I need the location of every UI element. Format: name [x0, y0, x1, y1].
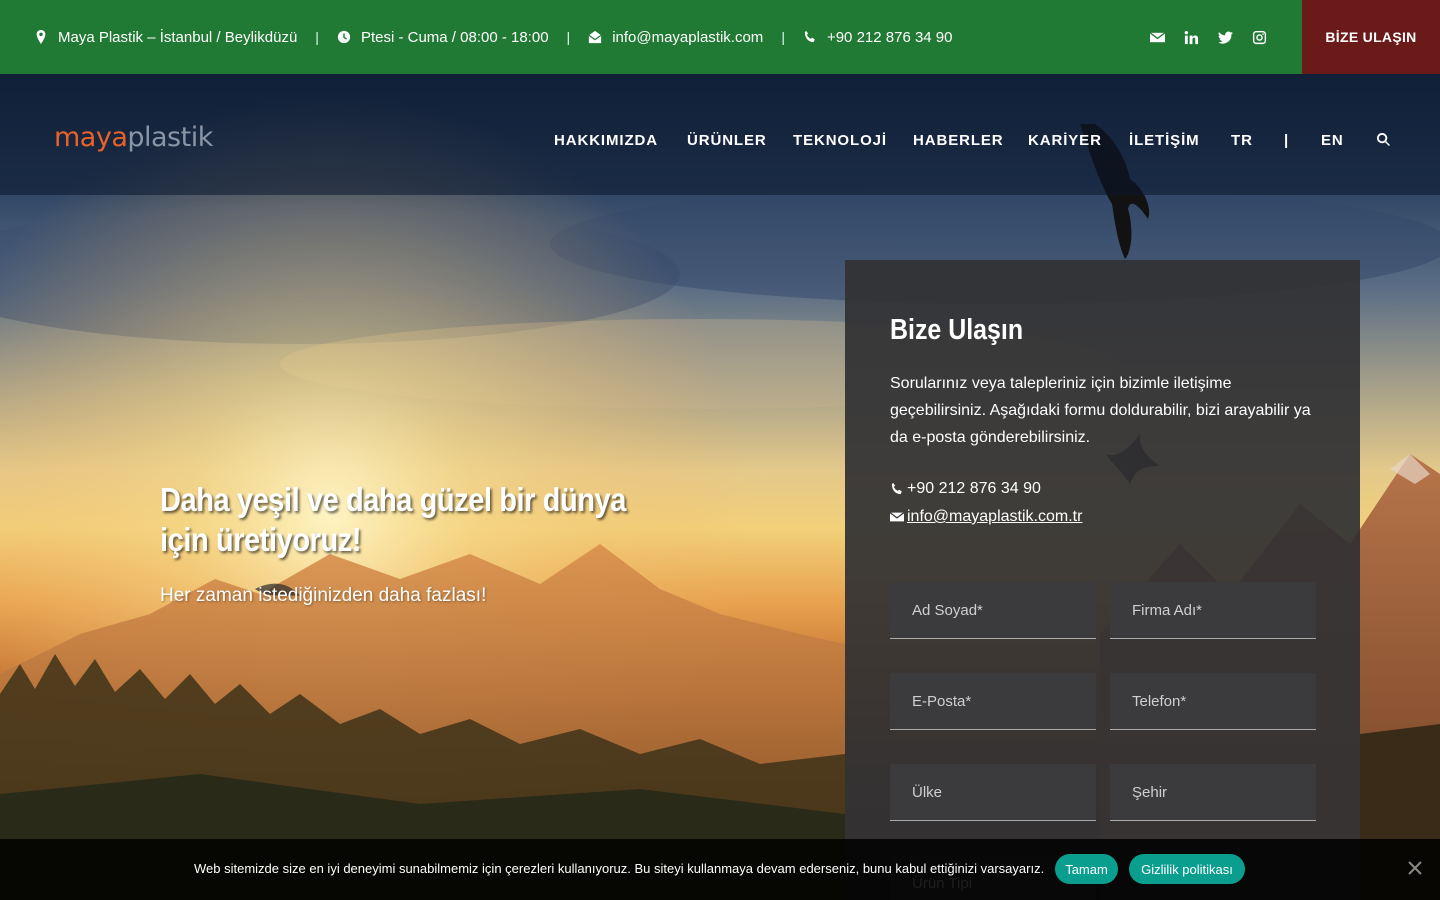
contact-panel: Bize Ulaşın Sorularınız veya taleplerini…: [845, 260, 1360, 900]
phone-icon: [891, 482, 902, 495]
hours-info: Ptesi - Cuma / 08:00 - 18:00: [337, 29, 549, 46]
name-field[interactable]: [890, 582, 1096, 639]
hero-subtitle: Her zaman istediğinizden daha fazlası!: [160, 585, 487, 606]
nav-item-products[interactable]: ÜRÜNLER: [687, 132, 767, 149]
nav-item-about[interactable]: HAKKIMIZDA: [554, 132, 658, 149]
separator: |: [315, 29, 319, 45]
map-pin-icon: [36, 30, 46, 44]
city-field[interactable]: [1110, 764, 1316, 821]
clock-icon: [337, 30, 351, 44]
nav-item-news[interactable]: HABERLER: [913, 132, 1004, 149]
country-field[interactable]: [890, 764, 1096, 821]
contact-phone[interactable]: +90 212 876 34 90: [890, 480, 1041, 498]
top-info-bar: Maya Plastik – İstanbul / Beylikdüzü | P…: [0, 0, 1440, 74]
contact-description: Sorularınız veya talepleriniz için bizim…: [890, 375, 1311, 446]
phone-icon: [804, 30, 815, 43]
main-header: mayaplastik HAKKIMIZDA ÜRÜNLER TEKNOLOJİ…: [0, 74, 1440, 195]
company-field[interactable]: [1110, 582, 1316, 639]
nav-item-career[interactable]: KARİYER: [1028, 132, 1102, 149]
main-nav: HAKKIMIZDA ÜRÜNLER TEKNOLOJİ HABERLER KA…: [0, 132, 1440, 156]
cookie-accept-button[interactable]: Tamam: [1055, 854, 1118, 884]
nav-item-contact[interactable]: İLETİŞİM: [1129, 132, 1200, 149]
social-links: [1140, 0, 1276, 74]
search-icon[interactable]: [1376, 132, 1392, 148]
lang-en[interactable]: EN: [1321, 132, 1344, 149]
envelope-open-icon: [588, 30, 602, 44]
hero-title: Daha yeşil ve daha güzel bir dünya için …: [160, 481, 626, 558]
close-icon[interactable]: [1408, 861, 1424, 877]
contact-us-button[interactable]: BİZE ULAŞIN: [1302, 0, 1440, 74]
contact-email-link[interactable]: info@mayaplastik.com.tr: [907, 508, 1082, 526]
linkedin-icon[interactable]: [1174, 0, 1208, 74]
lang-tr[interactable]: TR: [1231, 132, 1253, 149]
instagram-icon[interactable]: [1242, 0, 1276, 74]
envelope-icon: [890, 512, 904, 522]
cookie-banner: Web sitemizde size en iyi deneyimi sunab…: [0, 839, 1440, 900]
phone-info[interactable]: +90 212 876 34 90: [803, 29, 953, 46]
envelope-icon[interactable]: [1140, 0, 1174, 74]
address-info: Maya Plastik – İstanbul / Beylikdüzü: [34, 29, 297, 46]
nav-item-technology[interactable]: TEKNOLOJİ: [793, 132, 887, 149]
privacy-policy-button[interactable]: Gizlilik politikası: [1129, 854, 1245, 884]
phone-field[interactable]: [1110, 673, 1316, 730]
separator: |: [566, 29, 571, 45]
contact-email: info@mayaplastik.com.tr: [890, 508, 1082, 526]
lang-separator: |: [1284, 132, 1290, 149]
contact-title: Bize Ulaşın: [890, 314, 1024, 346]
separator: |: [781, 29, 785, 45]
cookie-text: Web sitemizde size en iyi deneyimi sunab…: [194, 861, 1045, 876]
twitter-icon[interactable]: [1208, 0, 1242, 74]
email-field[interactable]: [890, 673, 1096, 730]
email-info[interactable]: info@mayaplastik.com: [588, 29, 763, 46]
